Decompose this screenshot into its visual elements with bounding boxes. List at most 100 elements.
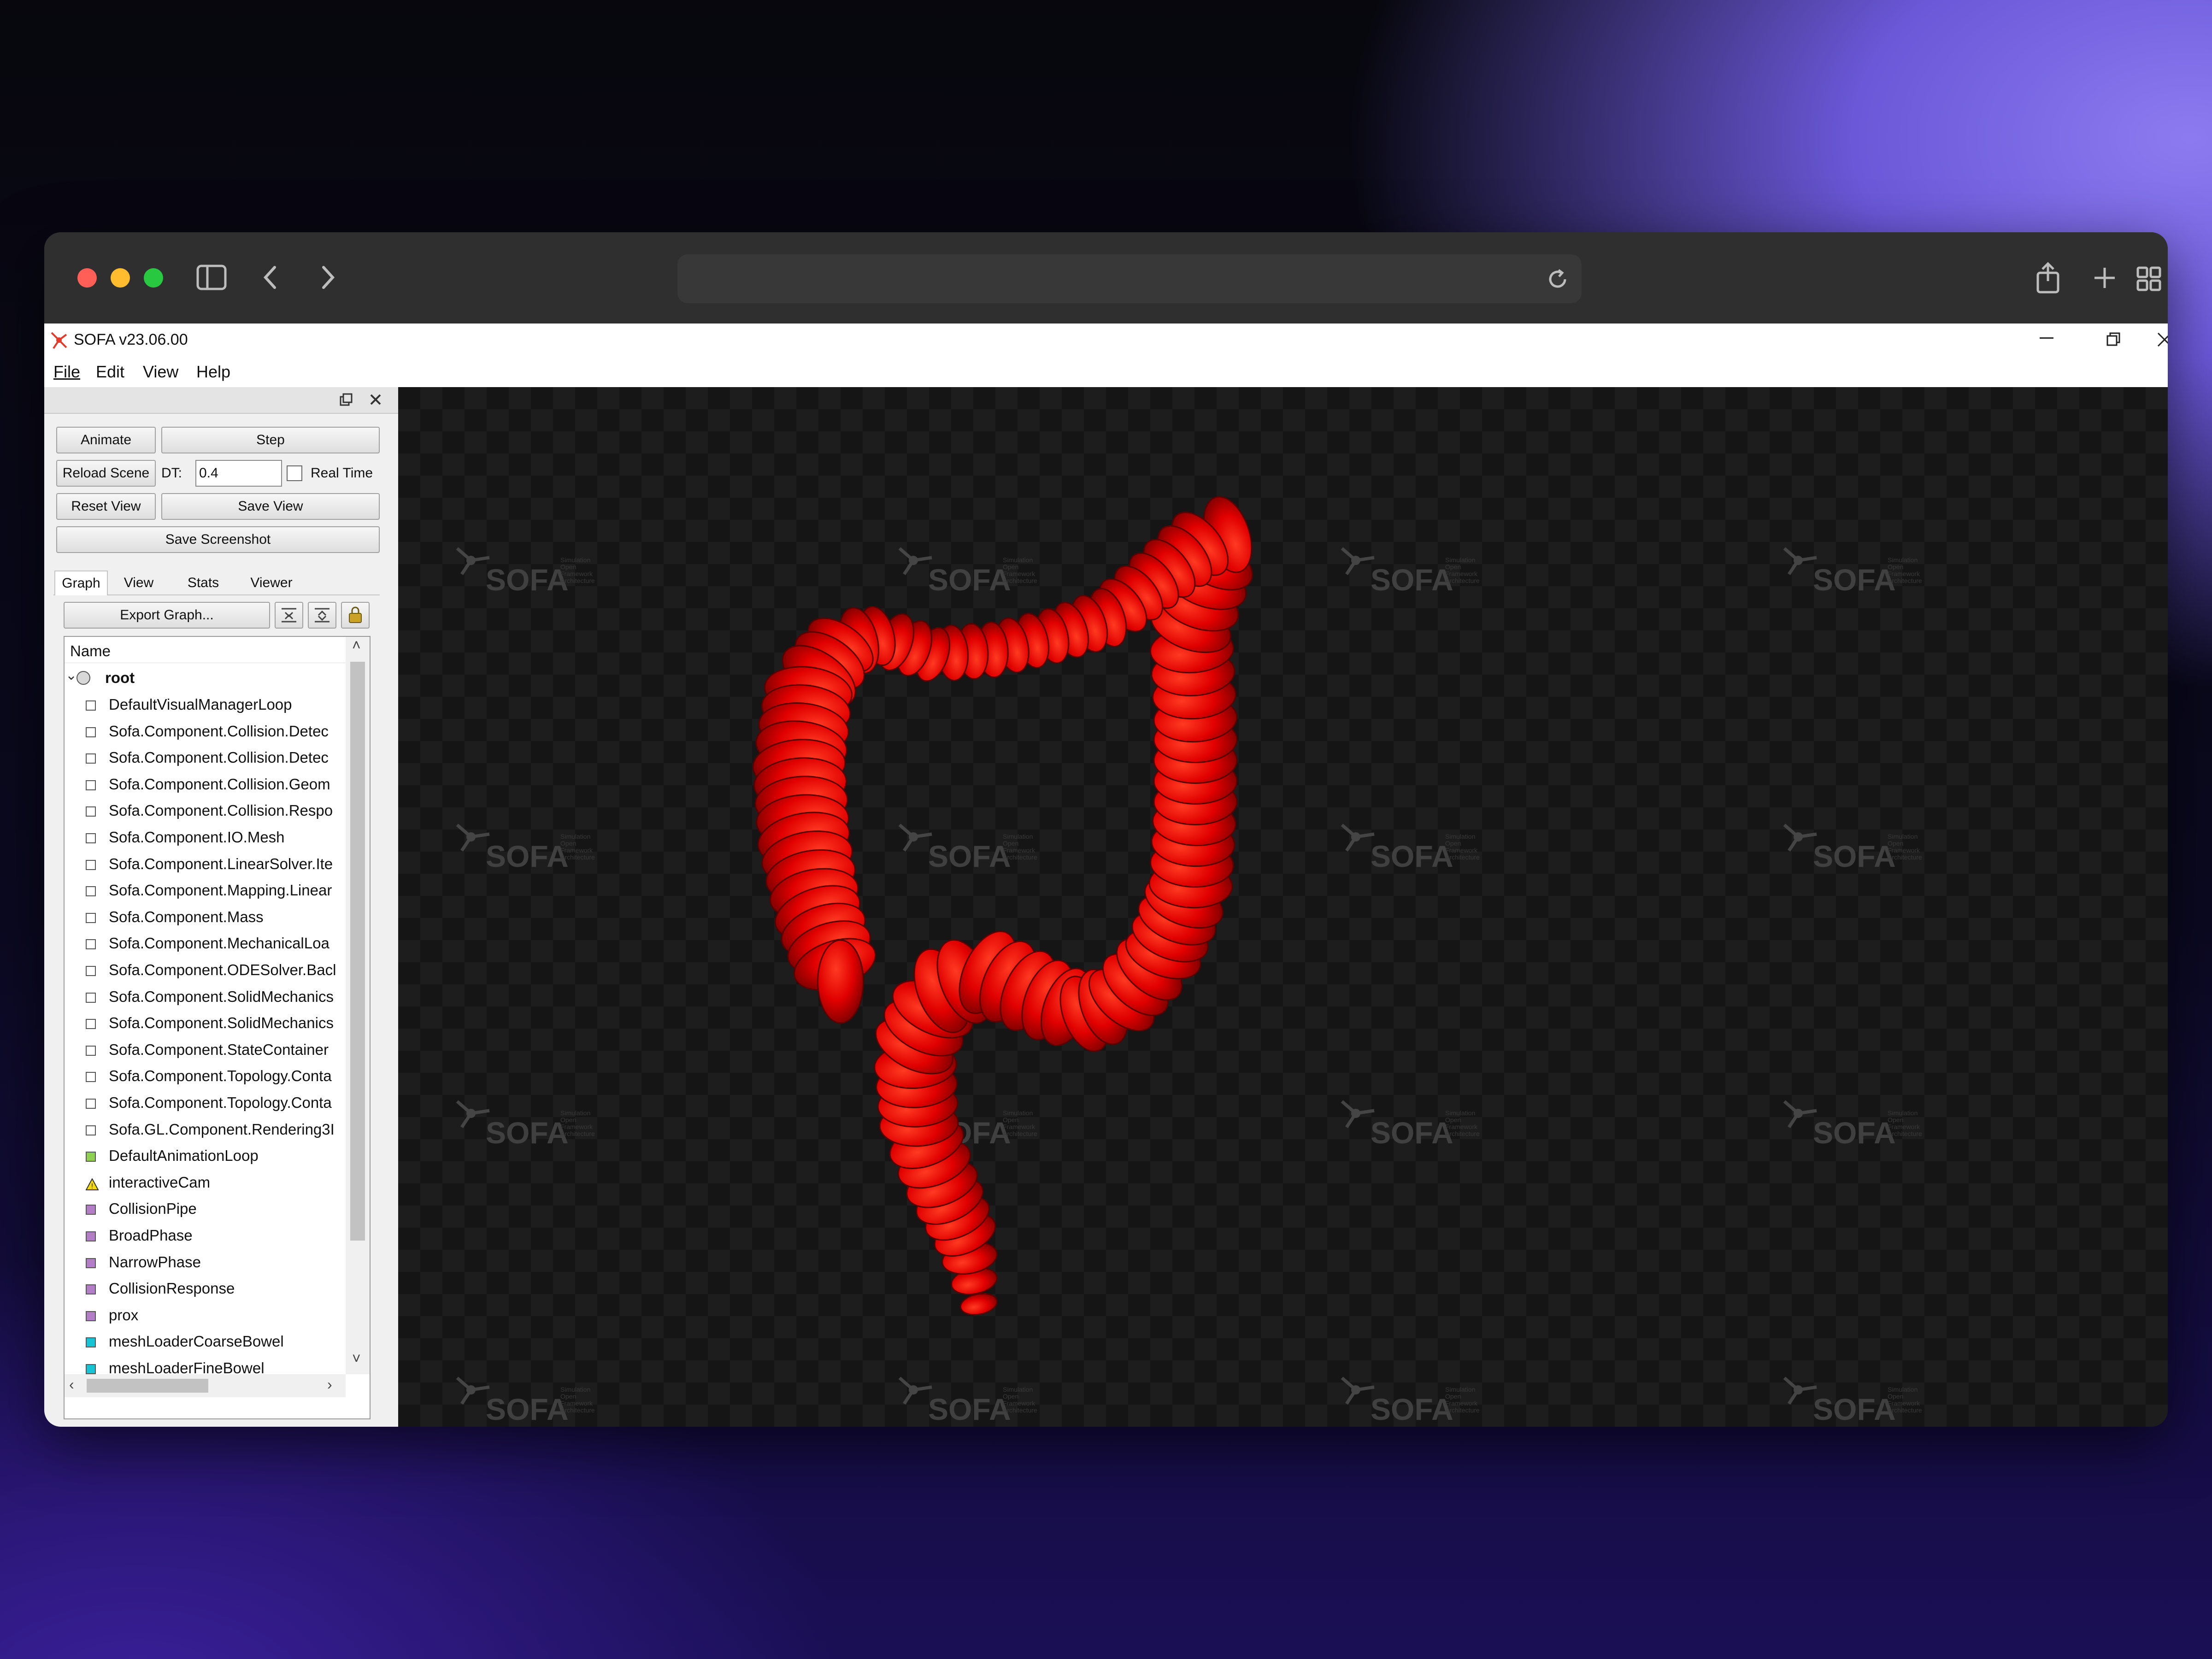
- save-view-button[interactable]: Save View: [161, 493, 380, 520]
- menu-view[interactable]: View: [143, 362, 178, 382]
- scroll-left-icon[interactable]: ‹: [69, 1376, 74, 1393]
- bowel-model: [752, 496, 1253, 1316]
- address-bar[interactable]: [677, 254, 1582, 303]
- tree-item[interactable]: NarrowPhase: [65, 1250, 350, 1276]
- scroll-right-icon[interactable]: ›: [327, 1376, 332, 1393]
- real-time-label: Real Time: [311, 465, 373, 481]
- component-icon: [86, 833, 96, 843]
- name-column-header[interactable]: Name: [70, 642, 111, 660]
- animate-button[interactable]: Animate: [56, 427, 156, 453]
- float-dock-icon[interactable]: [339, 393, 353, 409]
- tree-item-label: Sofa.Component.Mass: [109, 908, 264, 925]
- tree-item-label: Sofa.Component.SolidMechanics: [109, 1014, 334, 1032]
- vertical-scrollbar[interactable]: ˄ ˅: [346, 637, 370, 1374]
- horizontal-scrollbar[interactable]: ‹ ›: [65, 1374, 346, 1397]
- lock-icon: [349, 606, 362, 623]
- tree-item[interactable]: Sofa.Component.SolidMechanics: [65, 984, 350, 1010]
- tree-item-label: Sofa.GL.Component.Rendering3I: [109, 1120, 335, 1138]
- tree-item-label: Sofa.Component.MechanicalLoa: [109, 935, 329, 952]
- tree-item[interactable]: Sofa.Component.Collision.Detec: [65, 745, 350, 771]
- collapse-all-button[interactable]: [275, 602, 303, 629]
- 3d-viewport[interactable]: SOFA Simulation Open Framework Architecture S…: [398, 387, 2168, 1427]
- save-screenshot-button[interactable]: Save Screenshot: [56, 526, 380, 553]
- tree-item[interactable]: meshLoaderCoarseBowel: [65, 1329, 350, 1355]
- component-icon: [86, 1337, 96, 1348]
- tree-item-label: Sofa.Component.Mapping.Linear: [109, 882, 332, 899]
- tree-item[interactable]: DefaultAnimationLoop: [65, 1143, 350, 1169]
- hscrollbar-thumb[interactable]: [87, 1379, 208, 1393]
- tree-item-label: Sofa.Component.ODESolver.Bacl: [109, 961, 336, 978]
- tree-item-label: Sofa.Component.Collision.Respo: [109, 802, 333, 819]
- component-icon: [86, 992, 96, 1003]
- tree-item[interactable]: Sofa.Component.IO.Mesh: [65, 825, 350, 851]
- tree-item[interactable]: ! interactiveCam: [65, 1170, 350, 1196]
- menu-help[interactable]: Help: [196, 362, 230, 382]
- tree-item[interactable]: DefaultVisualManagerLoop: [65, 692, 350, 718]
- tree-item[interactable]: prox: [65, 1303, 350, 1329]
- forward-icon[interactable]: [319, 265, 337, 293]
- new-tab-icon[interactable]: [2093, 266, 2116, 292]
- component-icon: [86, 1019, 96, 1030]
- root-label: root: [105, 669, 135, 686]
- control-panel: Animate Step Reload Scene DT: 0.4 Real T…: [44, 387, 398, 1427]
- close-window-button[interactable]: [77, 268, 97, 288]
- lock-graph-button[interactable]: [341, 602, 370, 629]
- export-graph-button[interactable]: Export Graph...: [64, 602, 270, 629]
- tab-view[interactable]: View: [109, 571, 169, 595]
- scroll-up-icon[interactable]: ˄: [352, 637, 361, 654]
- sidebar-toggle-icon[interactable]: [196, 265, 227, 293]
- svg-text:!: !: [91, 1182, 93, 1190]
- component-icon: [86, 1364, 96, 1374]
- tree-item[interactable]: CollisionResponse: [65, 1276, 350, 1302]
- tree-item[interactable]: Sofa.Component.SolidMechanics: [65, 1011, 350, 1036]
- tree-item-label: interactiveCam: [109, 1173, 211, 1191]
- tree-item[interactable]: CollisionPipe: [65, 1196, 350, 1222]
- reload-icon[interactable]: [1545, 266, 1571, 294]
- minimize-window-button[interactable]: [111, 268, 130, 288]
- dt-label: DT:: [161, 465, 182, 481]
- tree-item[interactable]: Sofa.Component.LinearSolver.Ite: [65, 852, 350, 877]
- tree-item[interactable]: Sofa.Component.Topology.Conta: [65, 1064, 350, 1089]
- tab-stats[interactable]: Stats: [172, 571, 234, 595]
- component-icon: [86, 1125, 96, 1135]
- tree-item[interactable]: Sofa.Component.StateContainer: [65, 1037, 350, 1063]
- dt-value: 0.4: [199, 465, 218, 481]
- close-icon[interactable]: [2157, 332, 2168, 352]
- restore-icon[interactable]: [2106, 332, 2121, 351]
- close-dock-icon[interactable]: [369, 393, 382, 409]
- tree-item[interactable]: Sofa.Component.Collision.Detec: [65, 719, 350, 745]
- menu-file[interactable]: File: [53, 362, 80, 382]
- real-time-checkbox[interactable]: [287, 465, 302, 481]
- chevron-down-icon[interactable]: ⌄: [65, 667, 77, 683]
- root-row[interactable]: ⌄ root: [65, 665, 346, 691]
- tree-item[interactable]: Sofa.GL.Component.Rendering3I: [65, 1117, 350, 1143]
- share-icon[interactable]: [2034, 262, 2062, 296]
- minimize-icon[interactable]: [2040, 337, 2053, 339]
- tree-item[interactable]: Sofa.Component.Mapping.Linear: [65, 878, 350, 904]
- tree-item[interactable]: Sofa.Component.MechanicalLoa: [65, 931, 350, 957]
- scroll-down-icon[interactable]: ˅: [352, 1350, 361, 1367]
- tree-item-label: Sofa.Component.Collision.Detec: [109, 722, 329, 740]
- zoom-window-button[interactable]: [144, 268, 163, 288]
- tree-item-label: Sofa.Component.LinearSolver.Ite: [109, 855, 333, 872]
- tab-overview-icon[interactable]: [2136, 266, 2161, 294]
- tree-header: Name: [65, 637, 346, 663]
- tree-item[interactable]: BroadPhase: [65, 1223, 350, 1249]
- reload-scene-button[interactable]: Reload Scene: [56, 460, 156, 487]
- step-button[interactable]: Step: [161, 427, 380, 453]
- menu-edit[interactable]: Edit: [96, 362, 124, 382]
- expand-all-button[interactable]: [308, 602, 336, 629]
- tree-item[interactable]: Sofa.Component.Collision.Respo: [65, 798, 350, 824]
- scrollbar-thumb[interactable]: [350, 662, 365, 1241]
- tree-item[interactable]: Sofa.Component.ODESolver.Bacl: [65, 958, 350, 983]
- tree-item[interactable]: Sofa.Component.Collision.Geom: [65, 772, 350, 798]
- tree-item[interactable]: Sofa.Component.Topology.Conta: [65, 1090, 350, 1116]
- tab-graph[interactable]: Graph: [54, 571, 108, 595]
- reset-view-button[interactable]: Reset View: [56, 493, 156, 520]
- tab-viewer[interactable]: Viewer: [237, 571, 306, 595]
- dt-input[interactable]: 0.4: [195, 460, 282, 487]
- tree-item[interactable]: Sofa.Component.Mass: [65, 905, 350, 930]
- scene-graph-tree[interactable]: Name ⌄ root DefaultVisualManagerLoop Sofa…: [64, 636, 371, 1419]
- component-icon: [86, 1152, 96, 1162]
- back-icon[interactable]: [261, 265, 279, 293]
